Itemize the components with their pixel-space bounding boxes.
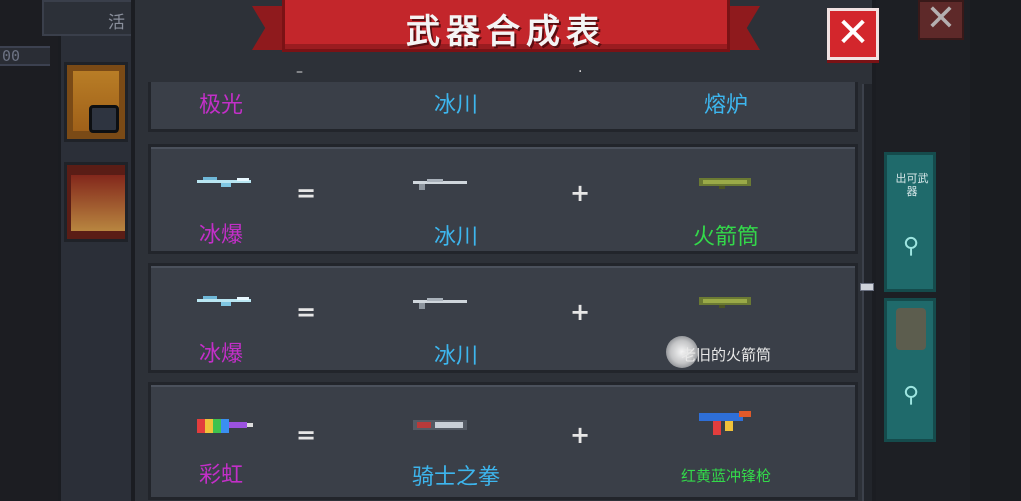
recipe-second-ingredient-name: 熔炉	[703, 93, 748, 118]
background-side-button-label: 出可武器	[895, 172, 929, 198]
magnifier-icon[interactable]: ⚲	[898, 234, 924, 260]
scrollbar-thumb[interactable]	[860, 283, 874, 291]
recipe-result-name: 彩虹	[198, 463, 243, 488]
background-hp-bar: 00	[0, 46, 50, 66]
equals-sign: =	[295, 421, 317, 449]
recipe-second-ingredient-name: 火箭筒	[692, 225, 759, 250]
glacier-rifle-icon	[413, 298, 467, 309]
recipe-first-ingredient-name: 骑士之拳	[411, 465, 500, 490]
background-character-thumbnail[interactable]	[64, 162, 128, 242]
plus-sign: +	[569, 421, 591, 449]
recipe-row[interactable]: = + 彩虹 骑士之拳 红黄蓝冲锋枪	[148, 382, 858, 500]
background-character-sprite	[896, 308, 926, 350]
magnifier-icon[interactable]: ⚲	[898, 383, 924, 409]
ice-rifle-icon	[197, 296, 251, 306]
background-character-thumbnail[interactable]	[64, 62, 128, 142]
ice-rifle-icon	[197, 177, 251, 187]
glacier-rifle-icon	[413, 179, 467, 190]
background-hp-text: 00	[2, 47, 21, 65]
equals-sign: =	[295, 298, 317, 326]
scrollbar[interactable]	[862, 84, 872, 501]
plus-sign: +	[569, 298, 591, 326]
recipe-first-ingredient-name: 冰川	[433, 93, 478, 118]
rainbow-gun-icon	[197, 419, 253, 433]
recipe-list[interactable]: 极光 冰川 熔炉 = + 冰爆 冰川 火箭筒 = + 冰爆 冰川 老旧的火箭筒 …	[140, 82, 864, 501]
background-activity-tab-label: 活	[108, 13, 125, 33]
recipe-row[interactable]: 极光 冰川 熔炉	[148, 82, 858, 132]
background-activity-tab[interactable]: 活	[42, 0, 134, 36]
equals-sign: =	[295, 179, 317, 207]
recipe-second-ingredient-name: 红黄蓝冲锋枪	[680, 467, 771, 485]
background-left-strip	[0, 0, 58, 501]
recipe-first-ingredient-name: 冰川	[433, 344, 478, 369]
recipe-first-ingredient-name: 冰川	[433, 225, 478, 250]
header-separator-dash: –	[296, 64, 303, 80]
rocket-launcher-icon	[699, 297, 751, 308]
background-right-column	[970, 0, 1021, 501]
title-banner: 武器合成表	[252, 0, 760, 58]
recipe-row[interactable]: = + 冰爆 冰川 老旧的火箭筒	[148, 263, 858, 373]
rocket-launcher-icon	[699, 178, 751, 189]
close-button[interactable]: ✕	[827, 8, 879, 60]
recipe-result-name: 冰爆	[198, 223, 243, 248]
background-close-button[interactable]: ✕	[918, 0, 964, 40]
knight-fist-gun-icon	[413, 420, 467, 430]
page-title: 武器合成表	[406, 12, 606, 52]
recipe-row[interactable]: = + 冰爆 冰川 火箭筒	[148, 144, 858, 254]
rgb-smg-icon	[699, 411, 751, 435]
recipe-result-name: 冰爆	[198, 342, 243, 367]
recipe-result-name: 极光	[198, 93, 243, 118]
header-separator-dot: ·	[578, 64, 583, 80]
plus-sign: +	[569, 179, 591, 207]
recipe-second-ingredient-name: 老旧的火箭筒	[680, 346, 771, 364]
